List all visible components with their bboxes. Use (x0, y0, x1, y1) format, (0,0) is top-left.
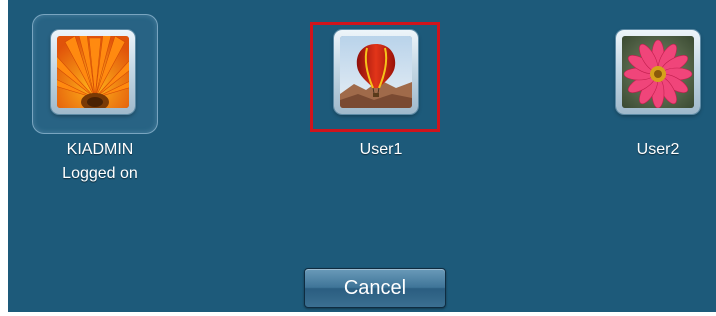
user-switch-screen: KIADMIN Logged on User1 User2 Cancel (8, 0, 716, 312)
user-picture-frame (51, 30, 135, 114)
selection-highlight-box (310, 22, 440, 132)
user-name-kiadmin: KIADMIN (66, 141, 134, 158)
orange-flower-picture (57, 36, 129, 108)
cancel-button[interactable]: Cancel (304, 268, 446, 308)
pink-flower-picture (622, 36, 694, 108)
user-picture-frame (616, 30, 700, 114)
user-status-kiadmin: Logged on (62, 165, 138, 182)
user-name-user1: User1 (359, 141, 403, 158)
user-tile-kiadmin[interactable]: KIADMIN Logged on (46, 22, 156, 182)
user-tile-user2[interactable]: User2 (608, 22, 716, 182)
user-name-user2: User2 (636, 141, 680, 158)
